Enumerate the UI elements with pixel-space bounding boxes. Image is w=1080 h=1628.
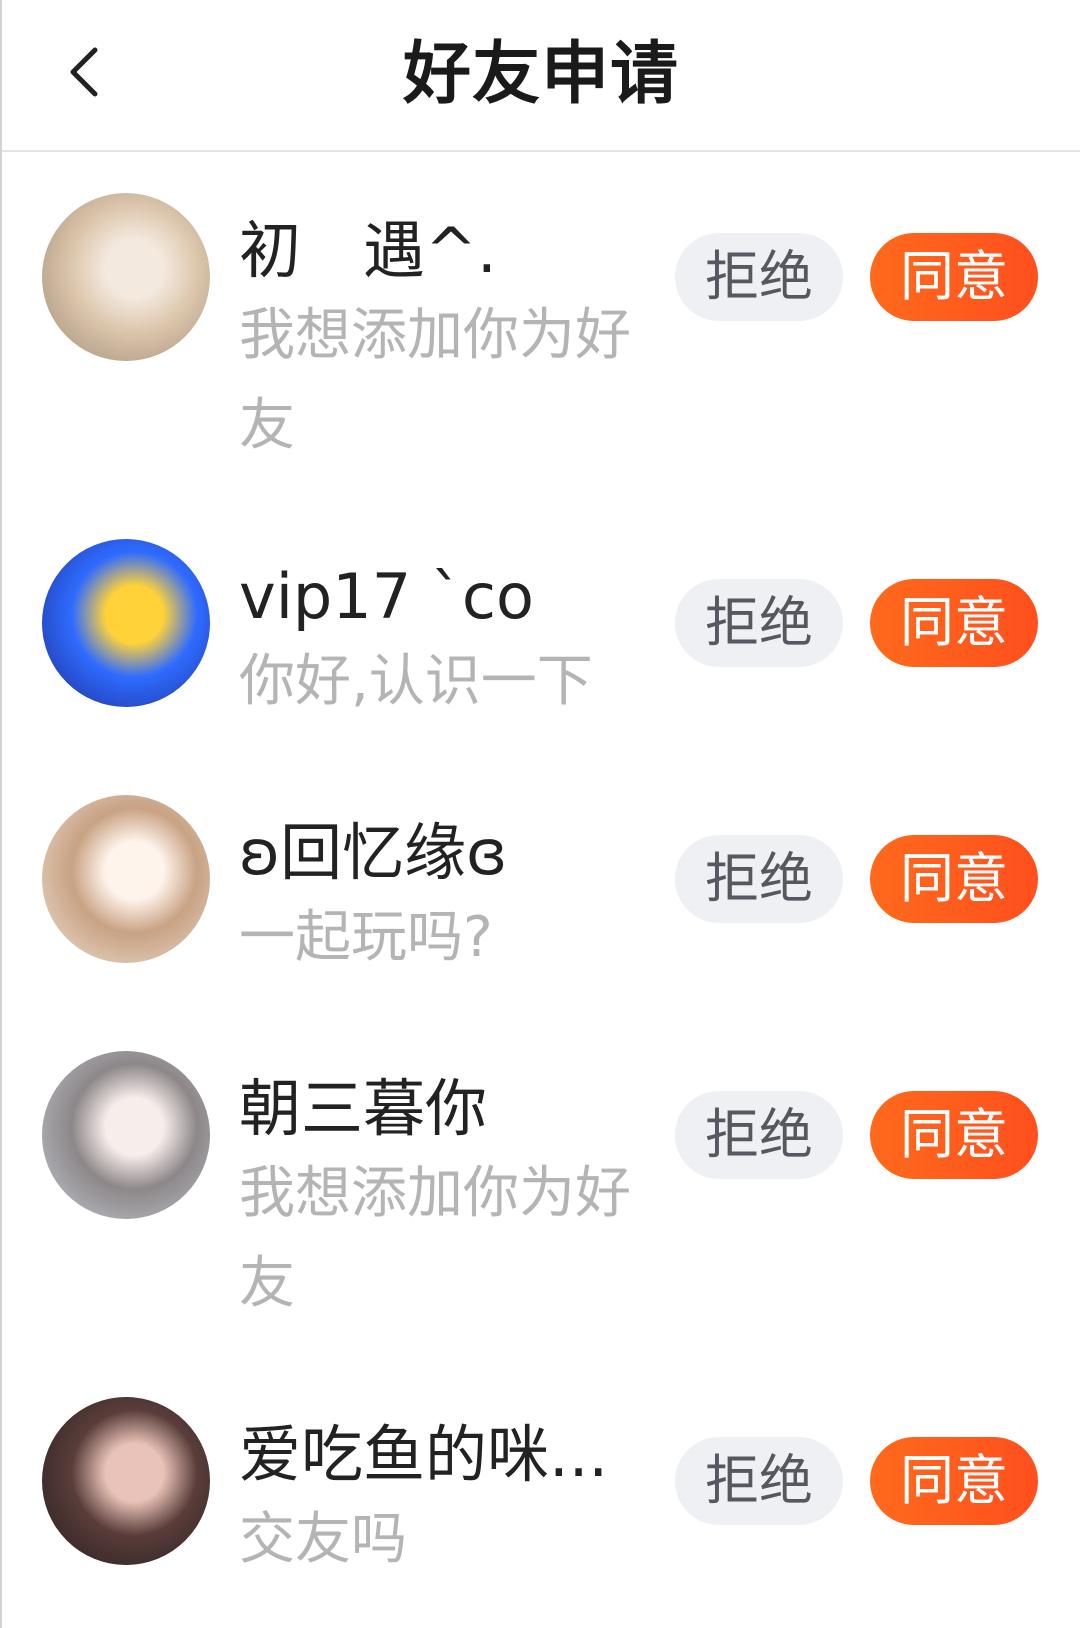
avatar[interactable] (42, 1397, 210, 1565)
requester-name: ʚ回忆缘ɞ (239, 816, 508, 889)
accept-button[interactable]: 同意 (870, 579, 1038, 667)
request-message: 你好,认识一下 (239, 649, 593, 714)
request-message: 一起玩吗? (239, 905, 493, 970)
request-info: 爱吃鱼的咪... 交友吗 (239, 1397, 649, 1585)
reject-button[interactable]: 拒绝 (675, 835, 843, 923)
reject-button[interactable]: 拒绝 (675, 579, 843, 667)
request-info: 朝三暮你 我想添加你为好友 (239, 1051, 649, 1329)
requester-name: vip17 `co (239, 560, 534, 633)
requester-name: 朝三暮你 (239, 1072, 488, 1145)
avatar[interactable] (42, 795, 210, 963)
friend-requests-screen: 好友申请 初 遇^. 我想添加你为好友 拒绝 同意 vip17 `co 你好,认… (0, 0, 1080, 1628)
request-message: 交友吗 (239, 1507, 407, 1572)
reject-button[interactable]: 拒绝 (675, 1437, 843, 1525)
request-message: 我想添加你为好友 (239, 303, 631, 458)
request-actions: 拒绝 同意 (675, 233, 1038, 321)
avatar[interactable] (42, 1051, 210, 1219)
request-info: vip17 `co 你好,认识一下 (239, 539, 649, 727)
friend-request-list: 初 遇^. 我想添加你为好友 拒绝 同意 vip17 `co 你好,认识一下 拒… (2, 152, 1080, 1585)
requester-name: 爱吃鱼的咪... (239, 1418, 609, 1491)
reject-button[interactable]: 拒绝 (675, 1091, 843, 1179)
accept-button[interactable]: 同意 (870, 1091, 1038, 1179)
request-info: ʚ回忆缘ɞ 一起玩吗? (239, 795, 649, 983)
friend-request-item: vip17 `co 你好,认识一下 拒绝 同意 (2, 539, 1080, 727)
request-actions: 拒绝 同意 (675, 1091, 1038, 1179)
friend-request-item: ʚ回忆缘ɞ 一起玩吗? 拒绝 同意 (2, 795, 1080, 983)
requester-name: 初 遇^. (239, 214, 497, 287)
accept-button[interactable]: 同意 (870, 233, 1038, 321)
request-actions: 拒绝 同意 (675, 579, 1038, 667)
avatar[interactable] (42, 539, 210, 707)
accept-button[interactable]: 同意 (870, 835, 1038, 923)
friend-request-item: 初 遇^. 我想添加你为好友 拒绝 同意 (2, 193, 1080, 471)
accept-button[interactable]: 同意 (870, 1437, 1038, 1525)
reject-button[interactable]: 拒绝 (675, 233, 843, 321)
avatar[interactable] (42, 193, 210, 361)
request-info: 初 遇^. 我想添加你为好友 (239, 193, 649, 471)
request-actions: 拒绝 同意 (675, 1437, 1038, 1525)
friend-request-item: 爱吃鱼的咪... 交友吗 拒绝 同意 (2, 1397, 1080, 1585)
friend-request-item: 朝三暮你 我想添加你为好友 拒绝 同意 (2, 1051, 1080, 1329)
request-actions: 拒绝 同意 (675, 835, 1038, 923)
top-nav-bar: 好友申请 (2, 0, 1080, 152)
page-title: 好友申请 (402, 35, 679, 114)
request-message: 我想添加你为好友 (239, 1161, 631, 1316)
